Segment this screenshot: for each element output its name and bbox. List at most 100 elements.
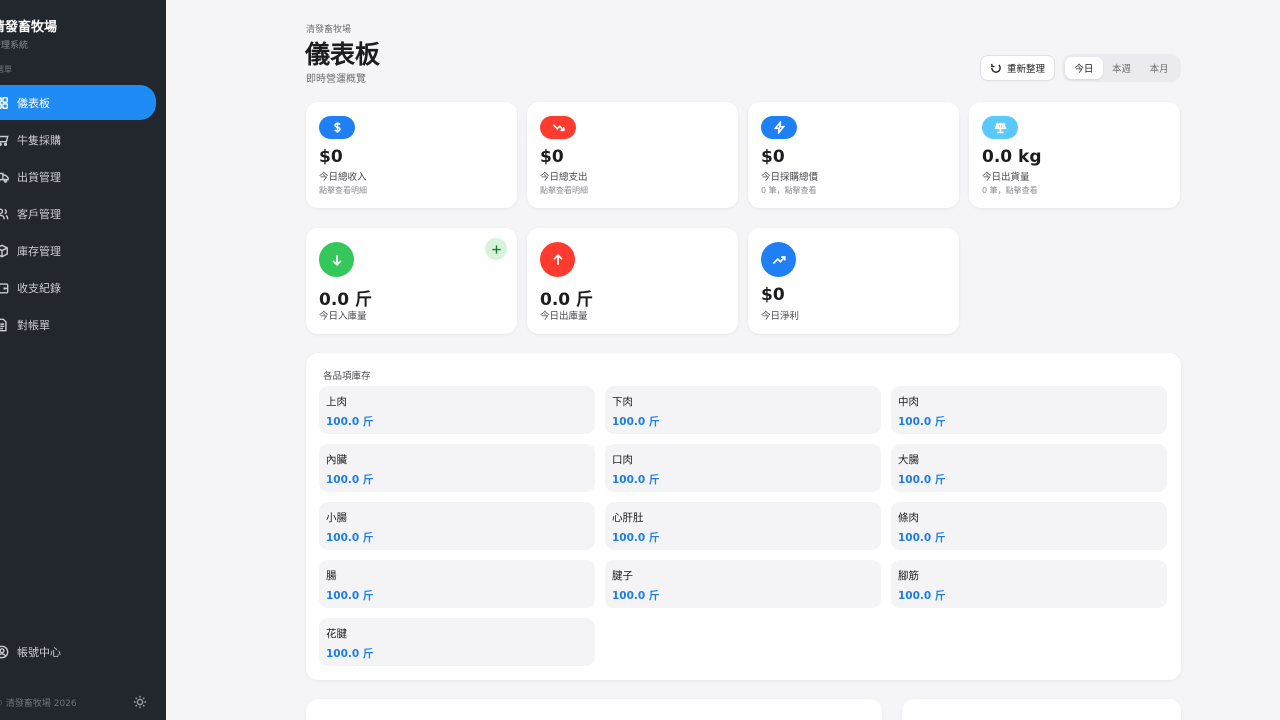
scale-icon (982, 116, 1018, 139)
stat-label: 今日出貨量 (982, 172, 1030, 183)
brand-title: 清發畜牧場 (0, 20, 58, 35)
sidebar: 清發畜牧場 管理系統 選單 儀表板 牛隻採購 出貨管理 客戶管理 (0, 0, 166, 720)
range-selector: 今日 本週 本月 (1062, 54, 1181, 82)
account-center-label: 帳號中心 (17, 646, 61, 659)
inventory-item-qty: 100.0 斤 (326, 416, 374, 428)
inventory-item-name: 花腱 (326, 628, 347, 640)
stat-label: 今日總收入 (319, 172, 367, 183)
purchase-total-card[interactable]: $0 今日採購總價 0 筆，點擊查看 (748, 102, 959, 208)
stat-label: 今日出庫量 (540, 311, 588, 322)
stat-value: 0.0 斤 (319, 290, 373, 310)
range-today[interactable]: 今日 (1065, 57, 1103, 79)
inventory-item-qty: 100.0 斤 (326, 648, 374, 660)
inventory-item-name: 口肉 (612, 454, 633, 466)
truck-icon (0, 169, 10, 185)
expense-card[interactable]: $0 今日總支出 點擊查看明細 (527, 102, 738, 208)
stat-label: 今日總支出 (540, 172, 588, 183)
inventory-item-qty: 100.0 斤 (898, 590, 946, 602)
inventory-item: 大腸 100.0 斤 (891, 444, 1167, 492)
grid-icon (0, 95, 10, 111)
sun-icon (133, 695, 147, 709)
document-icon (0, 317, 10, 333)
trend-down-icon (540, 116, 576, 139)
inventory-item-name: 內臟 (326, 454, 347, 466)
sidebar-item-statement[interactable]: 對帳單 (0, 307, 166, 342)
stat-label: 今日採購總價 (761, 172, 819, 183)
sidebar-item-label: 庫存管理 (17, 244, 61, 258)
inventory-item: 腱子 100.0 斤 (605, 560, 881, 608)
refresh-icon (991, 63, 1001, 73)
income-card[interactable]: $0 今日總收入 點擊查看明細 (306, 102, 517, 208)
net-profit-card[interactable]: $0 今日淨利 (748, 228, 959, 334)
inventory-item-name: 大腸 (898, 454, 919, 466)
inventory-item-qty: 100.0 斤 (326, 474, 374, 486)
sidebar-item-label: 收支紀錄 (17, 281, 61, 295)
inventory-item-qty: 100.0 斤 (326, 532, 374, 544)
inventory-item-qty: 100.0 斤 (898, 532, 946, 544)
bottom-panel-left (306, 699, 882, 720)
inventory-grid: 上肉 100.0 斤下肉 100.0 斤中肉 100.0 斤內臟 100.0 斤口肉 10… (319, 386, 1167, 666)
inventory-item: 小腸 100.0 斤 (319, 502, 595, 550)
shipment-card[interactable]: 0.0 kg 今日出貨量 0 筆，點擊查看 (969, 102, 1180, 208)
inventory-item-name: 小腸 (326, 512, 347, 524)
inventory-item: 內臟 100.0 斤 (319, 444, 595, 492)
sidebar-item-label: 儀表板 (17, 96, 50, 110)
inventory-panel: 各品項庫存 上肉 100.0 斤下肉 100.0 斤中肉 100.0 斤內臟 100.0… (306, 353, 1181, 680)
stock-in-card[interactable]: 0.0 斤 今日入庫量 (306, 228, 517, 334)
inventory-item-name: 腳筋 (898, 570, 919, 582)
inventory-item: 下肉 100.0 斤 (605, 386, 881, 434)
stat-value: $0 (319, 147, 343, 167)
users-icon (0, 206, 10, 222)
stock-out-card[interactable]: 0.0 斤 今日出庫量 (527, 228, 738, 334)
sidebar-item-label: 出貨管理 (17, 170, 61, 184)
user-circle-icon (0, 644, 10, 660)
inventory-title: 各品項庫存 (323, 371, 371, 382)
wallet-icon (0, 280, 10, 296)
range-week[interactable]: 本週 (1103, 57, 1141, 79)
sidebar-item-customers[interactable]: 客戶管理 (0, 196, 166, 231)
stat-value: 0.0 斤 (540, 290, 594, 310)
sidebar-item-purchase[interactable]: 牛隻採購 (0, 122, 166, 157)
sidebar-item-dashboard[interactable]: 儀表板 (0, 85, 156, 120)
stat-value: $0 (761, 285, 785, 305)
arrow-up-icon (540, 242, 575, 277)
account-center-link[interactable]: 帳號中心 (0, 644, 61, 660)
stat-hint: 0 筆，點擊查看 (761, 186, 817, 195)
inventory-item: 心肝肚 100.0 斤 (605, 502, 881, 550)
inventory-item-qty: 100.0 斤 (612, 590, 660, 602)
inventory-item: 腸 100.0 斤 (319, 560, 595, 608)
theme-toggle-button[interactable] (131, 693, 149, 711)
trend-up-icon (761, 242, 796, 277)
refresh-button[interactable]: 重新整理 (980, 55, 1055, 81)
sidebar-item-finance[interactable]: 收支紀錄 (0, 270, 166, 305)
brand-subtitle: 管理系統 (0, 41, 29, 51)
inventory-item: 花腱 100.0 斤 (319, 618, 595, 666)
copyright: © 清發畜牧場 2026 (0, 699, 77, 709)
inventory-item-name: 腸 (326, 570, 337, 582)
inventory-item-name: 下肉 (612, 396, 633, 408)
inventory-item-name: 心肝肚 (612, 512, 644, 524)
arrow-down-icon (319, 242, 354, 277)
sidebar-nav: 儀表板 牛隻採購 出貨管理 客戶管理 庫存管理 收支紀錄 對帳單 (0, 85, 166, 344)
box-icon (0, 243, 10, 259)
cart-icon (0, 132, 10, 148)
sidebar-item-shipping[interactable]: 出貨管理 (0, 159, 166, 194)
add-stock-button[interactable] (485, 238, 507, 260)
sidebar-item-inventory[interactable]: 庫存管理 (0, 233, 166, 268)
inventory-item-qty: 100.0 斤 (326, 590, 374, 602)
range-month[interactable]: 本月 (1140, 57, 1178, 79)
bolt-icon (761, 116, 797, 139)
page-title: 儀表板 (305, 40, 381, 69)
page-subtitle: 即時營運概覽 (306, 74, 366, 85)
stat-value: 0.0 kg (982, 147, 1042, 167)
page-eyebrow: 清發畜牧場 (306, 25, 352, 35)
sidebar-item-label: 客戶管理 (17, 207, 61, 221)
inventory-item-qty: 100.0 斤 (612, 532, 660, 544)
inventory-item-name: 腱子 (612, 570, 633, 582)
inventory-item-qty: 100.0 斤 (898, 416, 946, 428)
inventory-item: 條肉 100.0 斤 (891, 502, 1167, 550)
sidebar-item-label: 對帳單 (17, 318, 50, 332)
stat-label: 今日淨利 (761, 311, 800, 322)
bottom-panel-right (902, 699, 1181, 720)
inventory-item: 口肉 100.0 斤 (605, 444, 881, 492)
